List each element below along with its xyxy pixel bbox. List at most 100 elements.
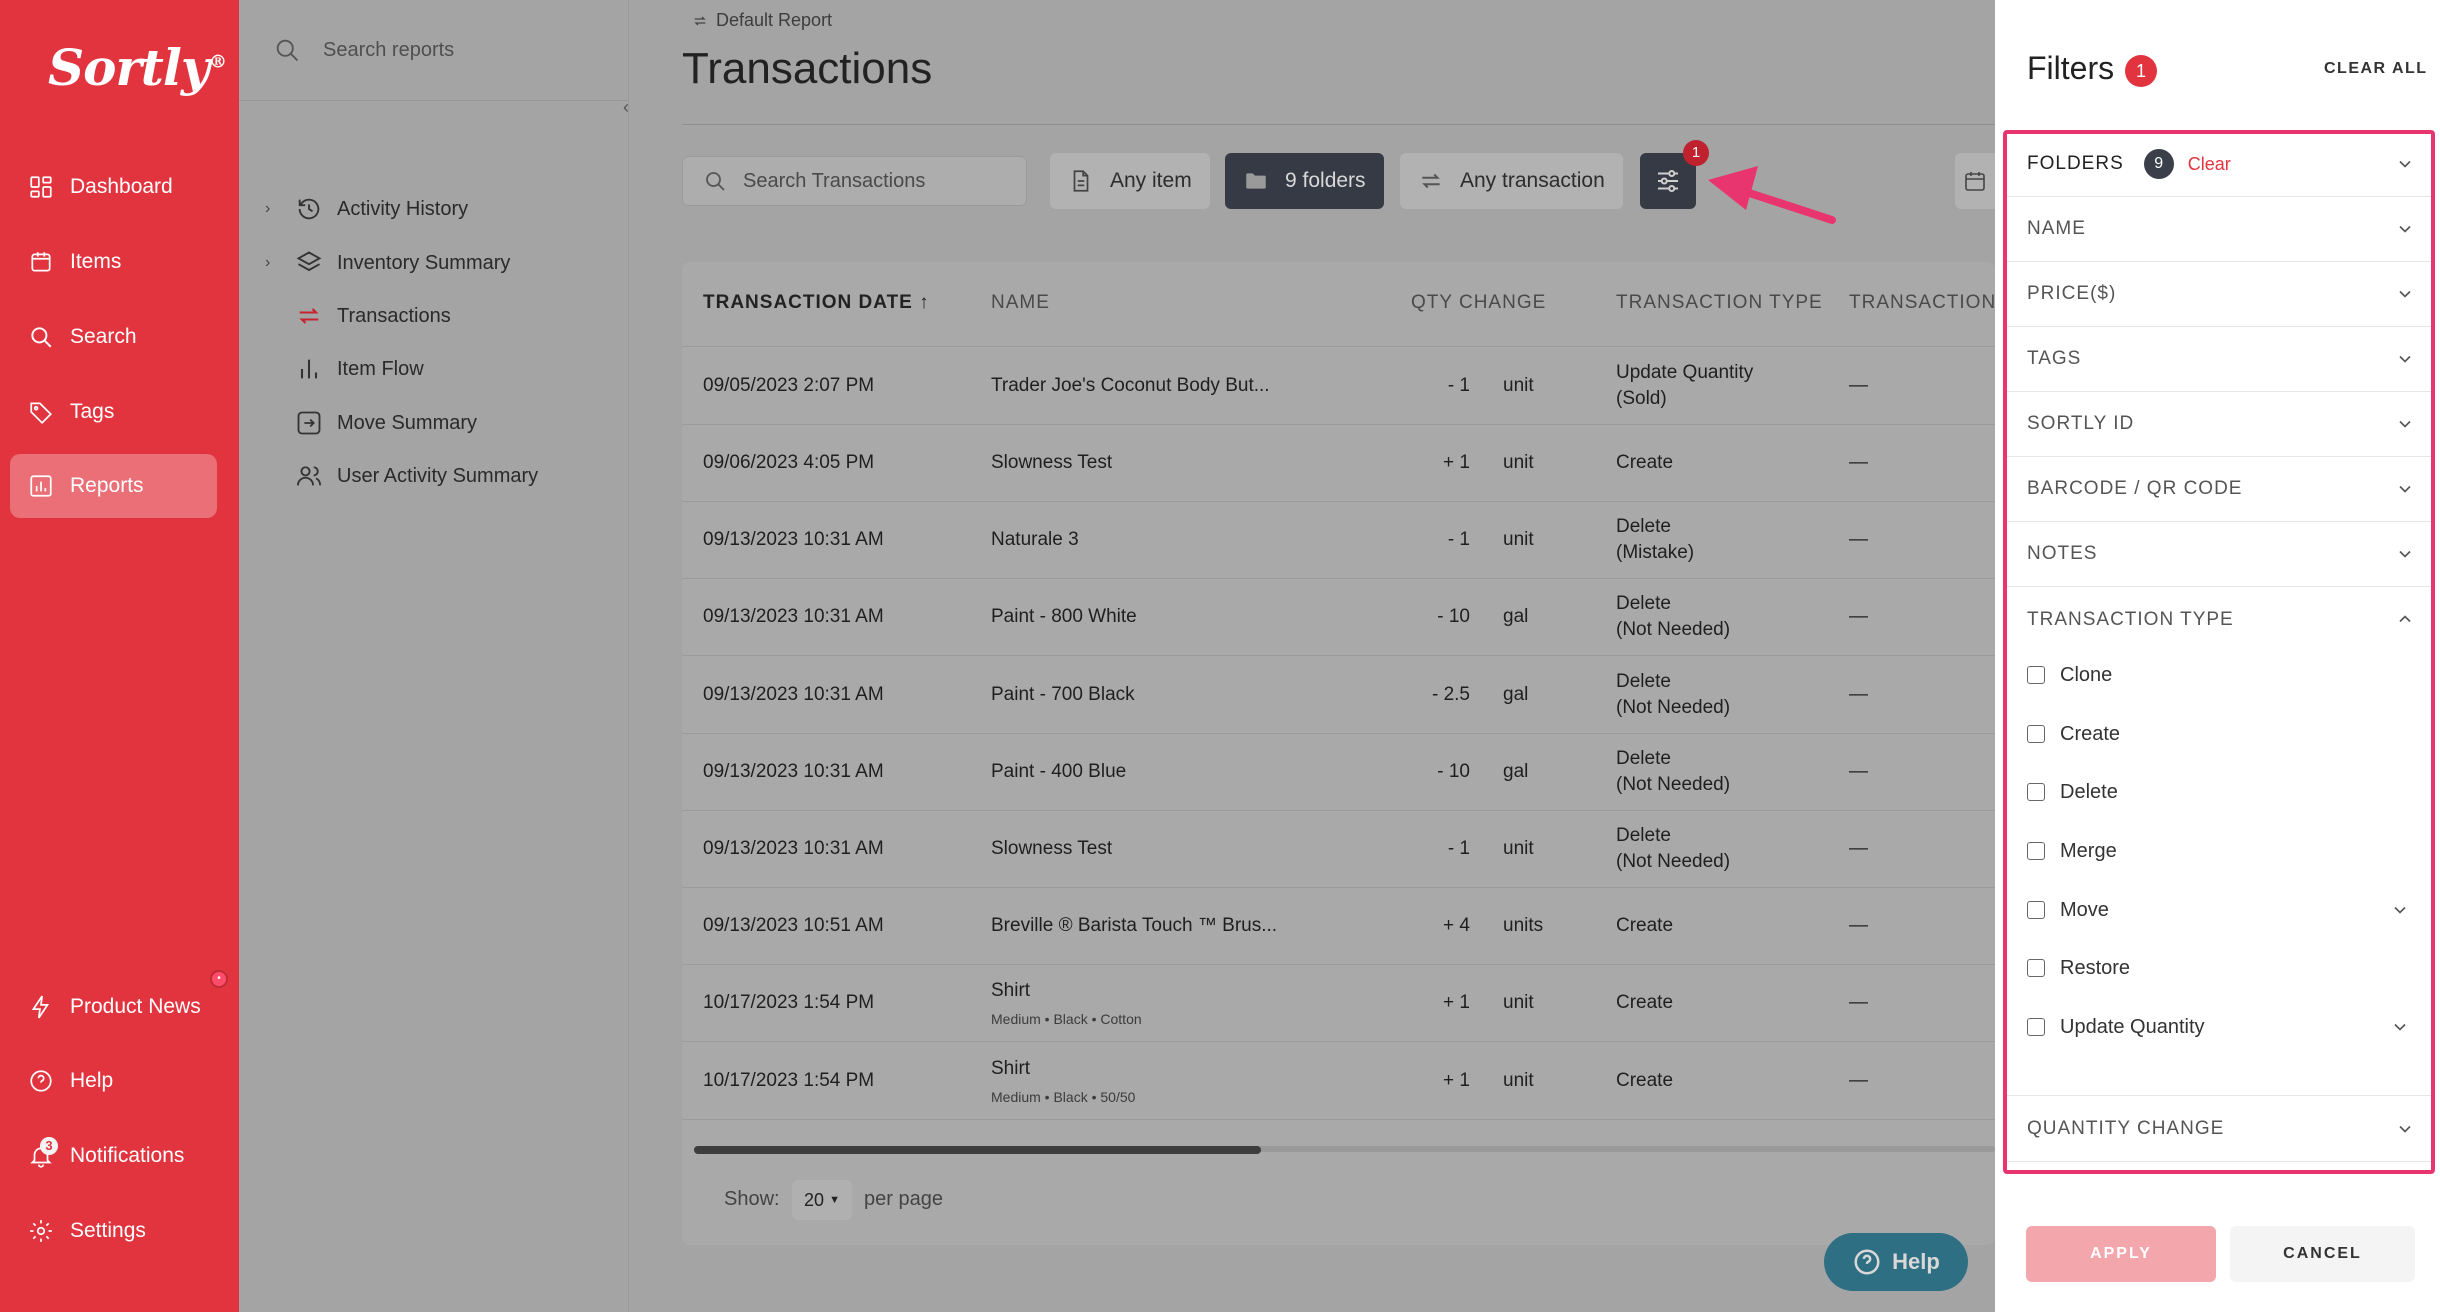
report-item-label: User Activity Summary	[337, 464, 539, 487]
help-icon	[30, 1070, 52, 1092]
nav-label: Tags	[70, 400, 115, 423]
nav-item-notifications[interactable]: Notifications	[10, 1124, 217, 1188]
cell-qty-value: - 10	[1437, 761, 1470, 782]
cell-type-reason: (Not Needed)	[1616, 697, 1731, 718]
history-icon	[298, 198, 320, 220]
main-nav: Sortly® Dashboard Items Search Tags Repo…	[0, 0, 239, 1312]
sliders-icon	[1658, 170, 1678, 192]
cell-qty-unit: units	[1503, 915, 1544, 936]
page-size-value: 20	[804, 1189, 825, 1210]
horizontal-scrollbar-thumb[interactable]	[694, 1146, 1261, 1154]
search-icon	[276, 39, 299, 62]
cell-qty-value: - 10	[1437, 606, 1470, 627]
any-item-button[interactable]: Any item	[1050, 153, 1210, 209]
cell-date: 09/13/2023 10:31 AM	[703, 684, 884, 705]
cell-date: 10/17/2023 1:54 PM	[703, 992, 875, 1013]
cell-name: Paint - 400 Blue	[991, 761, 1127, 782]
filters-count-badge: 1	[2125, 55, 2157, 87]
report-item-move-summary[interactable]: Move Summary	[265, 403, 477, 443]
column-header-transaction-id[interactable]: TRANSACTION I	[1849, 292, 2009, 314]
nav-item-dashboard[interactable]: Dashboard	[10, 155, 217, 219]
any-item-label: Any item	[1110, 169, 1192, 192]
cell-transaction-id: —	[1849, 1070, 1868, 1091]
nav-item-items[interactable]: Items	[10, 230, 217, 294]
cell-qty-unit: unit	[1503, 375, 1534, 396]
cell-transaction-id: —	[1849, 452, 1868, 473]
cell-qty-value: + 1	[1443, 992, 1470, 1013]
report-item-transactions[interactable]: Transactions	[265, 296, 451, 336]
cell-type-reason: (Not Needed)	[1616, 619, 1731, 640]
folders-button[interactable]: 9 folders	[1225, 153, 1384, 209]
cancel-button[interactable]: CANCEL	[2230, 1226, 2415, 1282]
cell-name: Slowness Test	[991, 838, 1113, 859]
any-transaction-button[interactable]: Any transaction	[1400, 153, 1623, 209]
page-size-select[interactable]: 20 ▼	[792, 1180, 852, 1220]
cell-transaction-id: —	[1849, 992, 1868, 1013]
row-divider	[682, 655, 1995, 656]
column-header-transaction-date[interactable]: TRANSACTION DATE ↑	[703, 292, 930, 314]
report-item-inventory-summary[interactable]: › Inventory Summary	[265, 243, 510, 283]
cell-qty-unit: unit	[1503, 452, 1534, 473]
cell-qty-unit: gal	[1503, 606, 1529, 627]
nav-item-reports[interactable]: Reports	[10, 454, 217, 518]
nav-label: Dashboard	[70, 175, 173, 198]
help-icon	[1854, 1249, 1880, 1275]
report-item-user-activity-summary[interactable]: User Activity Summary	[265, 456, 538, 496]
caret-down-icon: ▼	[829, 1194, 840, 1206]
cell-type-reason: (Mistake)	[1616, 542, 1695, 563]
apply-button[interactable]: APPLY	[2026, 1226, 2216, 1282]
chevron-right-icon[interactable]: ›	[265, 200, 289, 218]
show-label: Show:	[724, 1188, 780, 1210]
report-item-item-flow[interactable]: Item Flow	[265, 349, 424, 389]
breadcrumb[interactable]: Default Report	[692, 10, 832, 31]
cell-type: Create	[1616, 915, 1674, 936]
cell-type: Delete	[1616, 748, 1671, 769]
reports-search[interactable]: Search reports	[239, 0, 629, 101]
document-icon	[1073, 170, 1089, 192]
cell-name: Paint - 700 Black	[991, 684, 1135, 705]
chevron-right-icon[interactable]: ›	[265, 254, 289, 272]
cell-type: Create	[1616, 992, 1674, 1013]
row-divider	[682, 1041, 1995, 1042]
filters-title: Filters	[2027, 50, 2115, 86]
cell-variant: Medium • Black • 50/50	[991, 1089, 1136, 1105]
nav-item-tags[interactable]: Tags	[10, 380, 217, 444]
product-news-dot: •	[210, 970, 228, 988]
cell-qty-value: + 4	[1443, 915, 1470, 936]
nav-item-product-news[interactable]: Product News	[10, 975, 217, 1039]
page-title: Transactions	[682, 44, 933, 93]
nav-item-help[interactable]: Help	[10, 1049, 217, 1113]
search-transactions-input[interactable]: Search Transactions	[682, 156, 1027, 206]
nav-item-search[interactable]: Search	[10, 305, 217, 369]
cell-transaction-id: —	[1849, 684, 1868, 705]
gear-icon	[30, 1220, 52, 1242]
items-icon	[31, 252, 51, 272]
column-header-qty-change[interactable]: QTY CHANGE	[1411, 292, 1546, 314]
search-placeholder: Search Transactions	[743, 169, 926, 192]
move-icon	[297, 411, 321, 435]
report-item-activity-history[interactable]: › Activity History	[265, 189, 468, 229]
reports-search-placeholder: Search reports	[323, 38, 455, 61]
cell-date: 09/13/2023 10:31 AM	[703, 838, 884, 859]
cell-transaction-id: —	[1849, 761, 1868, 782]
calendar-icon	[1965, 172, 1985, 191]
report-item-label: Inventory Summary	[337, 251, 511, 274]
nav-item-settings[interactable]: Settings	[10, 1199, 217, 1263]
search-icon	[706, 172, 725, 191]
date-range-button[interactable]	[1955, 153, 1995, 209]
header-divider	[682, 346, 1995, 347]
swap-icon	[1422, 173, 1440, 189]
swap-icon	[694, 16, 706, 25]
cell-qty-value: - 1	[1447, 529, 1470, 550]
clear-all-button[interactable]: CLEAR ALL	[2324, 60, 2428, 78]
bar-chart-icon	[300, 359, 318, 379]
help-chat-button[interactable]: Help	[1824, 1233, 1968, 1291]
cell-transaction-id: —	[1849, 375, 1868, 396]
cell-transaction-id: —	[1849, 529, 1868, 550]
column-header-transaction-type[interactable]: TRANSACTION TYPE	[1616, 292, 1823, 314]
nav-label: Items	[70, 250, 122, 273]
cell-date: 09/05/2023 2:07 PM	[703, 375, 875, 396]
sortly-logo[interactable]: Sortly®	[48, 38, 227, 97]
column-header-name[interactable]: NAME	[991, 292, 1050, 314]
any-transaction-label: Any transaction	[1460, 169, 1605, 192]
